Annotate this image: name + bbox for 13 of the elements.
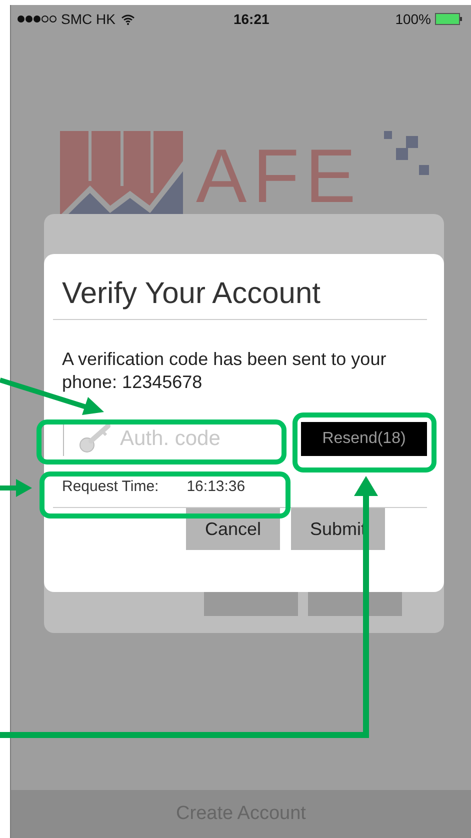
verification-message: A verification code has been sent to your phone: 12345678	[62, 348, 388, 394]
battery-percent: 100%	[395, 11, 431, 27]
battery-icon	[435, 13, 465, 25]
request-time-value: 16:13:36	[186, 478, 246, 495]
carrier-name: SMC HK	[61, 11, 116, 27]
signal-icon	[17, 14, 57, 24]
resend-button[interactable]: Resend(18)	[301, 422, 427, 456]
pixel-squares-icon	[384, 131, 430, 177]
dialog-title: Verify Your Account	[62, 276, 322, 312]
wifi-icon	[121, 14, 136, 24]
request-time-label: Request Time:	[62, 478, 159, 495]
clock-time: 16:21	[233, 11, 270, 27]
key-icon	[78, 424, 112, 454]
